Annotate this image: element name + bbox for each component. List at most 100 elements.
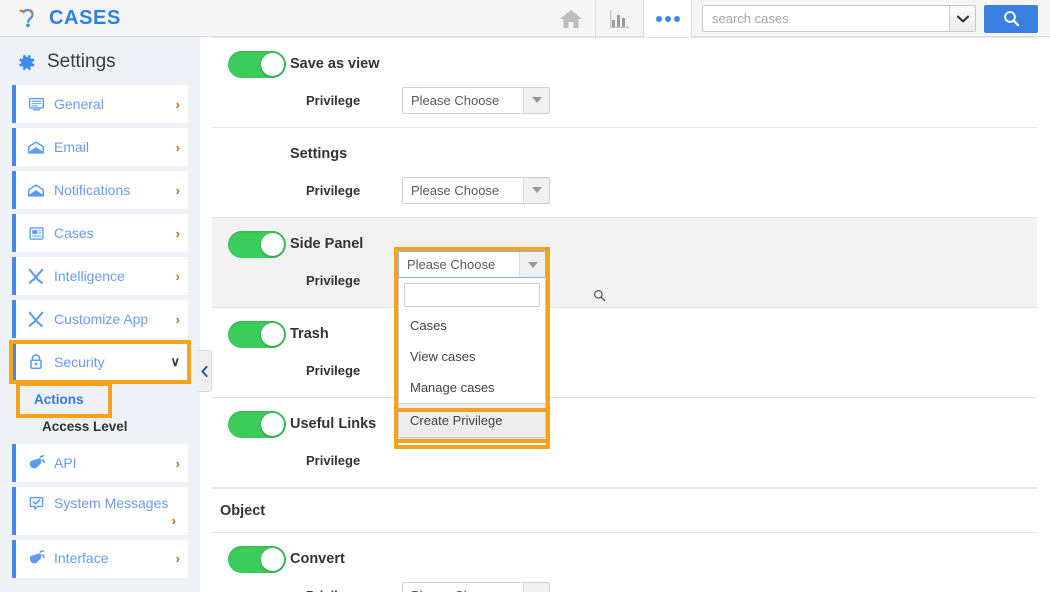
settings-sidebar: Settings General › Email › Notifications… bbox=[0, 37, 200, 592]
section-header-object: Object bbox=[212, 488, 1037, 533]
security-subnav: Actions Access Level bbox=[12, 382, 188, 444]
sidebar-item-label: API bbox=[54, 454, 77, 471]
triangle-down-icon bbox=[519, 252, 545, 277]
document-icon bbox=[26, 225, 46, 242]
search-input[interactable] bbox=[703, 6, 949, 31]
sidebar-subitem-access-level[interactable]: Access Level bbox=[12, 414, 188, 444]
row-title: Side Panel bbox=[290, 236, 364, 252]
sidebar-subitem-label: Actions bbox=[34, 392, 84, 407]
chevron-right-icon: › bbox=[175, 311, 180, 327]
header-actions bbox=[547, 0, 1050, 37]
dropdown-search-input[interactable] bbox=[405, 287, 593, 303]
top-header-bar: CASES bbox=[0, 0, 1050, 37]
toggle-cell bbox=[212, 410, 290, 438]
plug-icon bbox=[26, 454, 46, 472]
monitor-icon bbox=[26, 96, 46, 113]
chevron-right-icon: › bbox=[175, 455, 180, 471]
toggle-cell bbox=[212, 230, 290, 258]
cases-logo-icon bbox=[19, 8, 34, 28]
gear-icon bbox=[19, 54, 35, 70]
dropdown-option-create-privilege[interactable]: Create Privilege bbox=[399, 403, 545, 437]
plug-icon bbox=[26, 550, 46, 567]
privilege-line: Privilege Please Choose bbox=[212, 578, 1037, 592]
sidebar-item-email[interactable]: Email › bbox=[12, 128, 188, 166]
chevron-right-icon: › bbox=[171, 512, 176, 528]
sidebar-item-intelligence[interactable]: Intelligence › bbox=[12, 257, 188, 295]
chevron-down-icon[interactable] bbox=[949, 6, 975, 31]
actions-list: Save as view Privilege Please Choose Set… bbox=[212, 37, 1037, 592]
sidebar-item-label: Interface bbox=[54, 550, 109, 567]
brand[interactable]: CASES bbox=[16, 6, 121, 30]
search-button[interactable] bbox=[984, 4, 1038, 33]
setting-row-useful-links: Useful Links Privilege bbox=[212, 398, 1037, 488]
sidebar-item-notifications[interactable]: Notifications › bbox=[12, 171, 188, 209]
brand-title: CASES bbox=[49, 6, 121, 29]
row-header: Convert bbox=[212, 542, 1037, 576]
chevron-right-icon: › bbox=[175, 96, 180, 112]
sidebar-item-interface[interactable]: Interface › bbox=[12, 539, 188, 578]
sidebar-item-cases[interactable]: Cases › bbox=[12, 214, 188, 252]
triangle-down-icon bbox=[523, 177, 549, 203]
row-header: Useful Links bbox=[212, 407, 1037, 441]
privilege-dropdown-trigger[interactable]: Please Choose bbox=[398, 251, 546, 278]
dropdown-option[interactable]: View cases bbox=[399, 341, 545, 372]
toggle-switch[interactable] bbox=[228, 230, 286, 258]
toggle-switch[interactable] bbox=[228, 320, 286, 348]
chevron-right-icon: › bbox=[175, 268, 180, 284]
more-dots-icon[interactable] bbox=[643, 0, 692, 37]
chart-icon[interactable] bbox=[595, 0, 643, 37]
row-header: Trash bbox=[212, 317, 1037, 351]
privilege-dropdown-value: Please Choose bbox=[407, 257, 496, 272]
privilege-label: Privilege bbox=[212, 588, 402, 592]
privilege-line: Privilege Please Choose bbox=[212, 83, 1037, 117]
sidebar-item-api[interactable]: API › bbox=[12, 444, 188, 482]
tools-icon bbox=[26, 267, 46, 285]
setting-row-convert: Convert Privilege Please Choose bbox=[212, 533, 1037, 592]
sidebar-item-customize-app[interactable]: Customize App › bbox=[12, 300, 188, 338]
row-title: Trash bbox=[290, 326, 329, 342]
privilege-line: Privilege bbox=[212, 353, 1037, 387]
sidebar-item-label: System Messages bbox=[54, 495, 169, 511]
setting-row-trash: Trash Privilege bbox=[212, 308, 1037, 398]
privilege-select[interactable]: Please Choose bbox=[402, 176, 550, 204]
toggle-knob bbox=[261, 232, 284, 256]
search-icon bbox=[1003, 11, 1019, 27]
sidebar-item-label: General bbox=[54, 95, 104, 112]
sidebar-header: Settings bbox=[0, 37, 200, 85]
sidebar-item-system-messages[interactable]: System Messages › bbox=[12, 487, 188, 535]
privilege-line: Privilege Please Choose bbox=[212, 173, 1037, 207]
chevron-right-icon: › bbox=[175, 139, 180, 155]
dropdown-option[interactable]: Manage cases bbox=[399, 372, 545, 403]
toggle-cell bbox=[212, 545, 290, 573]
sidebar-item-label: Email bbox=[54, 138, 90, 155]
home-icon[interactable] bbox=[547, 0, 595, 37]
sidebar-collapse-handle[interactable] bbox=[198, 350, 212, 392]
row-title: Convert bbox=[290, 551, 345, 567]
chevron-down-icon: ∨ bbox=[170, 354, 180, 369]
privilege-select-value: Please Choose bbox=[411, 182, 500, 198]
setting-row-settings: Settings Privilege Please Choose bbox=[212, 128, 1037, 218]
toggle-switch[interactable] bbox=[228, 545, 286, 573]
sidebar-item-label: Notifications bbox=[54, 181, 131, 198]
privilege-label: Privilege bbox=[306, 272, 361, 288]
toggle-knob bbox=[261, 412, 284, 436]
toggle-switch[interactable] bbox=[228, 410, 286, 438]
chevron-right-icon: › bbox=[175, 225, 180, 241]
sidebar-item-security[interactable]: Security ∨ bbox=[9, 340, 191, 384]
privilege-select-value: Please Choose bbox=[411, 92, 500, 108]
dropdown-option[interactable]: Cases bbox=[399, 310, 545, 341]
sidebar-nav: General › Email › Notifications › Cases … bbox=[0, 85, 200, 578]
dropdown-search-row bbox=[399, 278, 606, 310]
privilege-select[interactable]: Please Choose bbox=[402, 86, 550, 114]
row-header: Save as view bbox=[212, 47, 1037, 81]
row-header: Side Panel bbox=[212, 227, 1037, 261]
row-title: Useful Links bbox=[290, 416, 377, 432]
triangle-down-icon bbox=[523, 87, 549, 113]
search-box bbox=[702, 5, 976, 32]
privilege-select[interactable]: Please Choose bbox=[402, 581, 550, 592]
toggle-switch[interactable] bbox=[228, 50, 286, 78]
sidebar-subitem-actions[interactable]: Actions bbox=[16, 382, 112, 418]
toggle-knob bbox=[261, 322, 284, 346]
sidebar-item-label: Intelligence bbox=[54, 267, 125, 284]
sidebar-item-general[interactable]: General › bbox=[12, 85, 188, 123]
